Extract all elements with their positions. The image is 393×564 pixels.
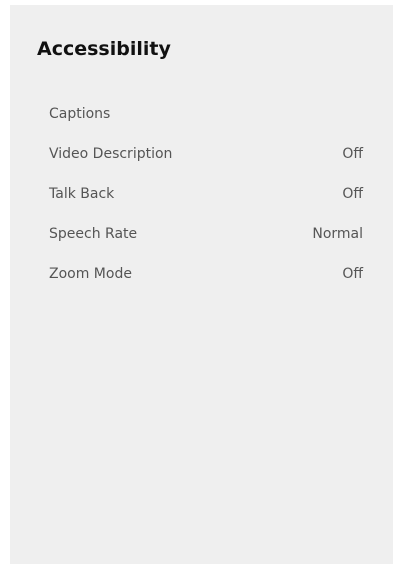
menu-item-captions[interactable]: Captions (10, 102, 393, 142)
menu-item-label: Video Description (49, 146, 173, 162)
menu-item-speech-rate[interactable]: Speech Rate Normal (10, 222, 393, 262)
menu-item-label: Talk Back (49, 186, 115, 202)
menu-item-zoom-mode[interactable]: Zoom Mode Off (10, 262, 393, 302)
page-title: Accessibility (37, 38, 171, 60)
menu-item-video-description[interactable]: Video Description Off (10, 142, 393, 182)
accessibility-menu: Captions Video Description Off Talk Back… (10, 102, 393, 302)
accessibility-panel: Accessibility Captions Video Description… (10, 5, 393, 564)
menu-item-value: Off (342, 266, 363, 282)
menu-item-value: Normal (312, 226, 363, 242)
menu-item-talk-back[interactable]: Talk Back Off (10, 182, 393, 222)
menu-item-label: Speech Rate (49, 226, 138, 242)
menu-item-value: Off (342, 146, 363, 162)
menu-item-label: Zoom Mode (49, 266, 132, 282)
menu-item-value: Off (342, 186, 363, 202)
menu-item-label: Captions (49, 106, 111, 122)
